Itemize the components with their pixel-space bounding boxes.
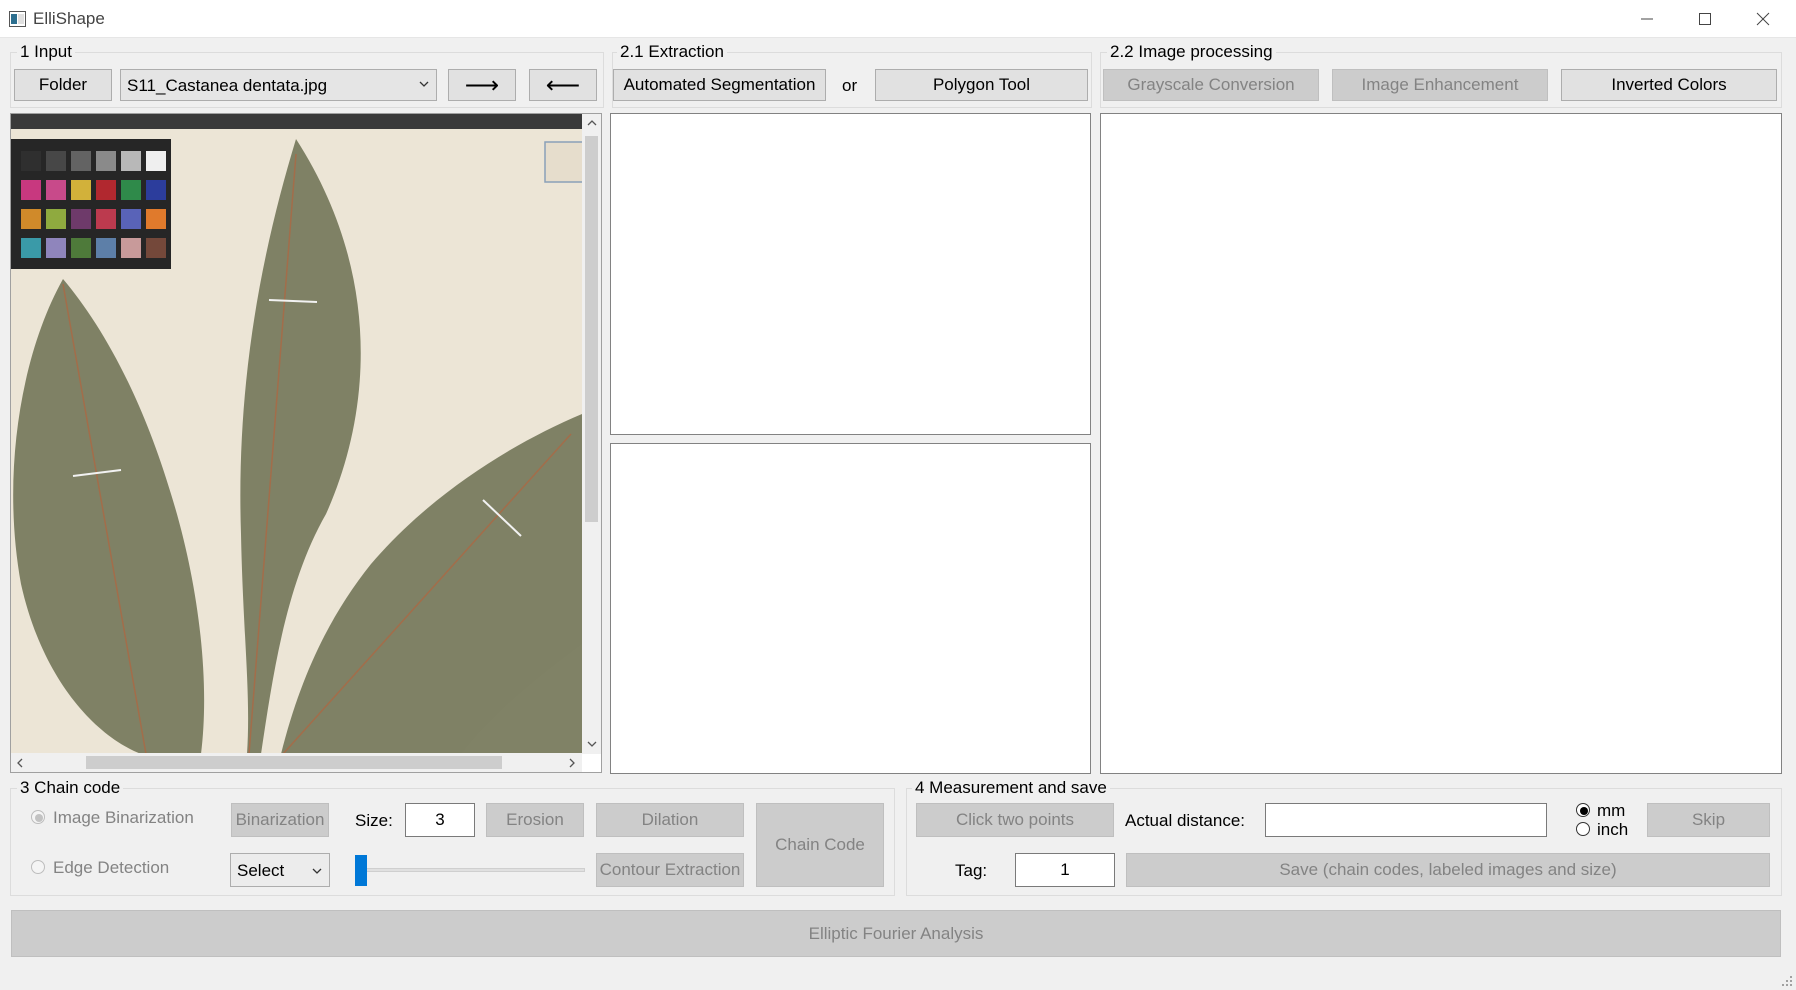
maximize-button[interactable] xyxy=(1676,0,1734,38)
color-swatch xyxy=(71,238,91,258)
processing-group-title: 2.2 Image processing xyxy=(1107,43,1276,61)
vertical-scroll-thumb[interactable] xyxy=(585,136,598,522)
color-swatch xyxy=(146,209,166,229)
color-swatch xyxy=(71,151,91,171)
extraction-preview-bottom[interactable] xyxy=(610,443,1091,774)
resize-grip-icon[interactable] xyxy=(1780,974,1794,988)
color-swatch xyxy=(96,180,116,200)
color-swatch xyxy=(121,180,141,200)
binarization-radio-label: Image Binarization xyxy=(53,808,194,827)
edge-detection-radio-label: Edge Detection xyxy=(53,858,170,877)
or-label: or xyxy=(842,76,858,95)
color-swatch xyxy=(121,238,141,258)
next-image-button[interactable]: ⟶ xyxy=(448,69,516,101)
color-swatch xyxy=(96,151,116,171)
color-swatch xyxy=(71,180,91,200)
color-swatch xyxy=(146,180,166,200)
previous-image-button[interactable]: ⟵ xyxy=(529,69,597,101)
unit-mm-radio[interactable] xyxy=(1576,803,1590,817)
input-group-title: 1 Input xyxy=(17,43,75,61)
size-input[interactable]: 3 xyxy=(405,803,475,837)
app-window-icon xyxy=(9,11,26,27)
inverted-colors-button[interactable]: Inverted Colors xyxy=(1561,69,1777,101)
processing-preview[interactable] xyxy=(1100,113,1782,774)
extraction-group-title: 2.1 Extraction xyxy=(617,43,727,61)
chevron-right-icon[interactable] xyxy=(567,758,577,768)
color-swatch xyxy=(46,180,66,200)
chain-code-button[interactable]: Chain Code xyxy=(756,803,884,887)
color-swatch xyxy=(21,238,41,258)
binarization-button[interactable]: Binarization xyxy=(231,803,329,837)
color-swatch xyxy=(96,238,116,258)
color-swatch xyxy=(121,151,141,171)
close-button[interactable] xyxy=(1734,0,1792,38)
contour-extraction-button[interactable]: Contour Extraction xyxy=(596,853,744,887)
file-select[interactable]: S11_Castanea dentata.jpg xyxy=(120,69,437,101)
actual-distance-label: Actual distance: xyxy=(1125,811,1246,830)
click-two-points-button[interactable]: Click two points xyxy=(916,803,1114,837)
size-label: Size: xyxy=(355,811,393,830)
binarization-radio[interactable] xyxy=(31,810,45,824)
image-enhancement-button[interactable]: Image Enhancement xyxy=(1332,69,1548,101)
window-title: ElliShape xyxy=(33,9,105,28)
color-swatch xyxy=(46,151,66,171)
automated-segmentation-button[interactable]: Automated Segmentation xyxy=(613,69,826,101)
horizontal-scroll-thumb[interactable] xyxy=(86,756,502,769)
file-select-value: S11_Castanea dentata.jpg xyxy=(127,76,328,95)
chevron-down-icon[interactable] xyxy=(587,739,597,749)
extraction-preview-top[interactable] xyxy=(610,113,1091,435)
chaincode-group-title: 3 Chain code xyxy=(17,779,124,797)
folder-button[interactable]: Folder xyxy=(14,69,112,101)
chevron-up-icon[interactable] xyxy=(587,118,597,128)
unit-inch-radio[interactable] xyxy=(1576,822,1590,836)
actual-distance-input[interactable] xyxy=(1265,803,1547,837)
save-button[interactable]: Save (chain codes, labeled images and si… xyxy=(1126,853,1770,887)
tag-input[interactable]: 1 xyxy=(1015,853,1115,887)
title-bar: ElliShape xyxy=(0,0,1796,38)
vertical-scrollbar[interactable] xyxy=(582,114,601,754)
close-icon xyxy=(1756,12,1770,26)
color-swatch xyxy=(121,209,141,229)
grayscale-conversion-button[interactable]: Grayscale Conversion xyxy=(1103,69,1319,101)
color-swatch xyxy=(146,238,166,258)
color-swatch xyxy=(71,209,91,229)
dilation-button[interactable]: Dilation xyxy=(596,803,744,837)
polygon-tool-button[interactable]: Polygon Tool xyxy=(875,69,1088,101)
color-swatch xyxy=(21,209,41,229)
chevron-down-icon xyxy=(419,81,429,87)
color-swatch xyxy=(46,209,66,229)
threshold-slider-handle[interactable] xyxy=(355,855,367,886)
chevron-left-icon[interactable] xyxy=(15,758,25,768)
color-swatch xyxy=(21,151,41,171)
horizontal-scrollbar[interactable] xyxy=(11,753,582,772)
edge-method-value: Select xyxy=(237,861,285,880)
image-view[interactable] xyxy=(10,113,602,773)
tag-label: Tag: xyxy=(955,861,988,880)
edge-detection-radio[interactable] xyxy=(31,860,45,874)
erosion-button[interactable]: Erosion xyxy=(486,803,584,837)
measurement-group-title: 4 Measurement and save xyxy=(912,779,1110,797)
minimize-icon xyxy=(1641,18,1653,20)
unit-inch-label: inch xyxy=(1597,820,1629,839)
color-swatch xyxy=(21,180,41,200)
minimize-button[interactable] xyxy=(1618,0,1676,38)
skip-button[interactable]: Skip xyxy=(1647,803,1770,837)
threshold-slider-track[interactable] xyxy=(356,868,585,872)
unit-mm-label: mm xyxy=(1597,801,1626,820)
color-swatch xyxy=(96,209,116,229)
chevron-down-icon xyxy=(312,868,322,874)
elliptic-fourier-analysis-button[interactable]: Elliptic Fourier Analysis xyxy=(11,910,1781,957)
maximize-icon xyxy=(1699,13,1711,25)
color-swatch xyxy=(146,151,166,171)
color-swatch xyxy=(46,238,66,258)
edge-method-select[interactable]: Select xyxy=(230,853,330,887)
